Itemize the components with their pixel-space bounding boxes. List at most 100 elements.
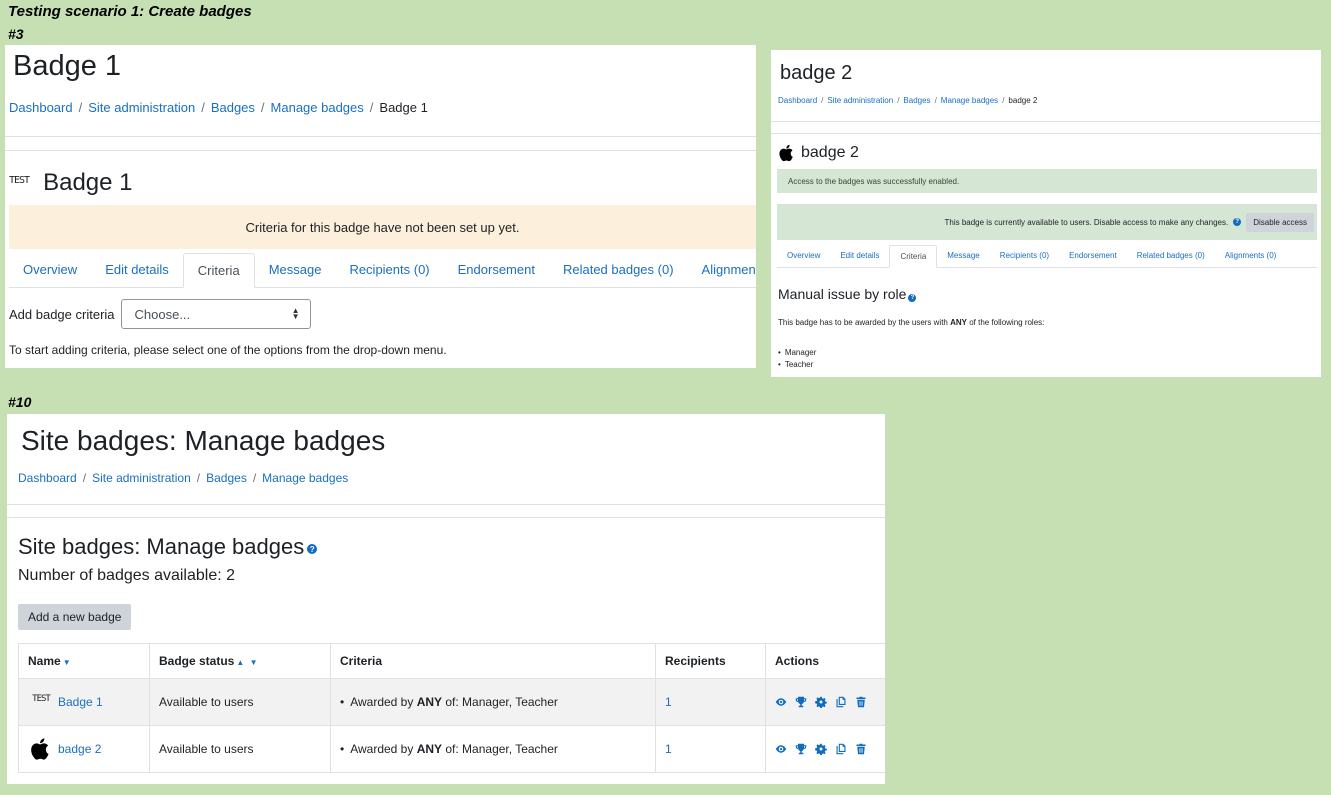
tab-alignments[interactable]: Alignments (0) bbox=[1215, 245, 1287, 267]
step-label-10: #10 bbox=[8, 394, 32, 410]
recipients-cell: 1 bbox=[655, 678, 766, 726]
criteria-select-value: Choose... bbox=[134, 306, 191, 322]
column-name[interactable]: Name ▼ bbox=[18, 643, 150, 679]
add-new-badge-button[interactable]: Add a new badge bbox=[18, 604, 132, 630]
criteria-text: Awarded by bbox=[340, 742, 417, 756]
question-circle-icon[interactable]: ? bbox=[307, 544, 318, 554]
sort-up-icon[interactable]: ▲ bbox=[236, 658, 244, 667]
section-title: Manual issue by role? bbox=[778, 286, 921, 302]
list-item: Teacher bbox=[778, 359, 816, 371]
tab-edit-details[interactable]: Edit details bbox=[91, 253, 183, 287]
name-cell-content: TEST Badge 1 bbox=[28, 694, 140, 709]
copy-icon[interactable] bbox=[835, 696, 847, 708]
trophy-icon[interactable] bbox=[795, 696, 807, 708]
divider bbox=[7, 504, 885, 505]
desc-bold: ANY bbox=[950, 318, 967, 327]
trash-icon[interactable] bbox=[855, 696, 867, 708]
tab-overview[interactable]: Overview bbox=[777, 245, 830, 267]
desc-text: This badge has to be awarded by the user… bbox=[778, 318, 951, 327]
criteria-cell: Awarded by ANY of: Manager, Teacher bbox=[330, 678, 656, 726]
name-cell: TEST Badge 1 bbox=[18, 678, 150, 726]
breadcrumb: Dashboard / Site administration / Badges / Man… bbox=[18, 471, 348, 485]
breadcrumb-separator: / bbox=[201, 100, 205, 115]
eye-icon[interactable] bbox=[775, 696, 787, 708]
badge-image-test-logo: TEST bbox=[9, 174, 30, 186]
column-badge-status[interactable]: Badge status ▲ ▼ bbox=[149, 643, 331, 679]
tab-endorsement[interactable]: Endorsement bbox=[444, 253, 549, 287]
breadcrumb-site-administration[interactable]: Site administration bbox=[827, 96, 893, 105]
tab-criteria[interactable]: Criteria bbox=[182, 253, 255, 288]
badge-tabs: Overview Edit details Criteria Message R… bbox=[777, 245, 1317, 268]
breadcrumb-badges[interactable]: Badges bbox=[903, 96, 930, 105]
tab-edit-details[interactable]: Edit details bbox=[830, 245, 889, 267]
breadcrumb-badges[interactable]: Badges bbox=[211, 100, 255, 115]
tab-recipients[interactable]: Recipients (0) bbox=[990, 245, 1059, 267]
breadcrumb-separator: / bbox=[1002, 96, 1005, 105]
gear-icon[interactable] bbox=[815, 696, 827, 708]
breadcrumb-manage-badges[interactable]: Manage badges bbox=[941, 96, 998, 105]
eye-icon[interactable] bbox=[775, 743, 787, 755]
table-header-row: Name ▼ Badge status ▲ ▼ Criteria Recipient… bbox=[18, 643, 885, 679]
breadcrumb-dashboard[interactable]: Dashboard bbox=[18, 471, 77, 485]
section-heading-text: Site badges: Manage badges bbox=[18, 534, 305, 559]
tab-message[interactable]: Message bbox=[255, 253, 336, 287]
gear-icon[interactable] bbox=[815, 743, 827, 755]
badge-heading: badge 2 bbox=[777, 143, 859, 163]
tab-related-badges[interactable]: Related badges (0) bbox=[1127, 245, 1215, 267]
actions-group bbox=[775, 696, 876, 708]
page-title: badge 2 bbox=[780, 62, 853, 84]
manage-badges-panel: Site badges: Manage badges Dashboard / Sit… bbox=[7, 414, 885, 784]
desc-text-end: of the following roles: bbox=[967, 318, 1045, 327]
trash-icon[interactable] bbox=[855, 743, 867, 755]
actions-cell bbox=[765, 678, 885, 726]
badge-count: Number of badges available: 2 bbox=[18, 567, 236, 584]
disable-access-button[interactable]: Disable access bbox=[1246, 212, 1314, 232]
tab-alignments[interactable]: Alignments (0) bbox=[688, 253, 756, 287]
badge2-criteria-panel: badge 2 Dashboard / Site administration / Ba… bbox=[771, 50, 1321, 377]
breadcrumb-manage-badges[interactable]: Manage badges bbox=[271, 100, 364, 115]
tab-recipients[interactable]: Recipients (0) bbox=[335, 253, 443, 287]
add-criteria-label: Add badge criteria bbox=[9, 306, 115, 322]
recipients-link[interactable]: 1 bbox=[665, 742, 672, 756]
tab-endorsement[interactable]: Endorsement bbox=[1059, 245, 1127, 267]
breadcrumb-manage-badges[interactable]: Manage badges bbox=[262, 471, 348, 485]
breadcrumb-site-administration[interactable]: Site administration bbox=[92, 471, 191, 485]
breadcrumb-dashboard[interactable]: Dashboard bbox=[778, 96, 817, 105]
question-circle-icon[interactable]: ? bbox=[1233, 218, 1242, 226]
tab-criteria[interactable]: Criteria bbox=[889, 245, 938, 268]
copy-icon[interactable] bbox=[835, 743, 847, 755]
table-row: TEST Badge 1 Available to users Awarded b… bbox=[18, 678, 885, 726]
breadcrumb-dashboard[interactable]: Dashboard bbox=[9, 100, 73, 115]
status-cell: Available to users bbox=[149, 678, 331, 726]
breadcrumb-separator: / bbox=[897, 96, 900, 105]
criteria-warning-alert: Criteria for this badge have not been se… bbox=[9, 205, 756, 249]
question-circle-icon[interactable]: ? bbox=[908, 294, 917, 302]
divider bbox=[771, 133, 1321, 134]
tab-related-badges[interactable]: Related badges (0) bbox=[549, 253, 688, 287]
actions-cell bbox=[765, 725, 885, 773]
breadcrumb-separator: / bbox=[252, 471, 257, 485]
tab-overview[interactable]: Overview bbox=[9, 253, 91, 287]
select-arrows-icon: ▲ ▼ bbox=[291, 306, 300, 321]
sort-down-icon[interactable]: ▼ bbox=[63, 658, 71, 667]
recipients-link[interactable]: 1 bbox=[665, 695, 672, 709]
badge-logo-text: TEST bbox=[32, 694, 51, 704]
breadcrumb-site-administration[interactable]: Site administration bbox=[88, 100, 195, 115]
badge-name-link[interactable]: Badge 1 bbox=[58, 695, 103, 709]
criteria-text: Awarded by bbox=[340, 695, 417, 709]
breadcrumb-separator: / bbox=[934, 96, 937, 105]
divider bbox=[7, 517, 885, 518]
breadcrumb-badges[interactable]: Badges bbox=[206, 471, 247, 485]
page-title: Badge 1 bbox=[13, 50, 122, 82]
roles-list: Manager Teacher bbox=[778, 347, 817, 371]
trophy-icon[interactable] bbox=[795, 743, 807, 755]
criteria-description: This badge has to be awarded by the user… bbox=[778, 318, 1044, 327]
sort-down-icon[interactable]: ▼ bbox=[250, 658, 258, 667]
tab-message[interactable]: Message bbox=[937, 245, 989, 267]
badge-tabs: Overview Edit details Criteria Message R… bbox=[9, 253, 756, 288]
criteria-select[interactable]: Choose... ▲ ▼ bbox=[120, 299, 311, 329]
badge-name-link[interactable]: badge 2 bbox=[58, 742, 101, 756]
divider bbox=[5, 150, 756, 151]
breadcrumb-current: badge 2 bbox=[1008, 96, 1038, 105]
breadcrumb-separator: / bbox=[78, 100, 83, 115]
